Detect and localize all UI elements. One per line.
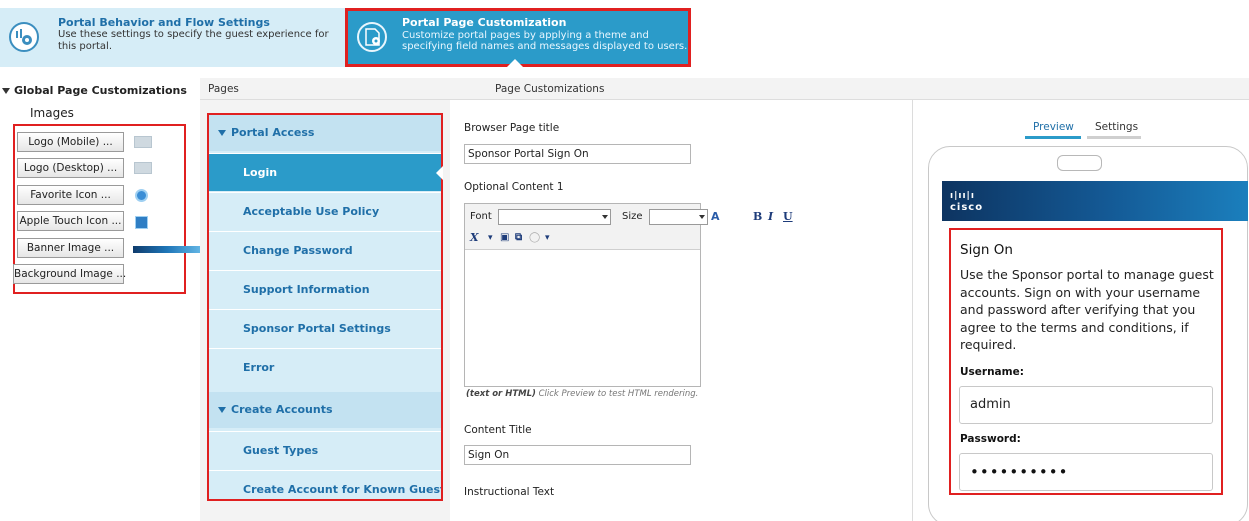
active-step-pointer xyxy=(507,59,523,67)
username-field[interactable]: admin xyxy=(959,386,1213,424)
collapse-triangle-icon xyxy=(2,88,10,94)
circle-icon[interactable]: ◯ xyxy=(529,231,540,245)
tab-preview-indicator xyxy=(1025,136,1081,139)
font-select[interactable] xyxy=(498,209,611,225)
font-label: Font xyxy=(470,211,492,222)
browser-title-label: Browser Page title xyxy=(464,122,560,134)
banner-image-thumbnail xyxy=(133,246,201,253)
signin-text: Use the Sponsor portal to manage guest a… xyxy=(960,267,1214,352)
logo-desktop-thumbnail xyxy=(134,162,152,174)
chevron-down-icon[interactable]: ▾ xyxy=(488,231,493,245)
chevron-down-icon xyxy=(699,215,705,219)
brand-name: cisco xyxy=(950,202,984,213)
nav-item-error[interactable]: Error xyxy=(209,348,441,386)
favorite-icon-button[interactable]: Favorite Icon ... xyxy=(17,185,124,205)
source-icon[interactable]: ⧉ xyxy=(515,231,522,245)
nav-item-create-account-known-guests[interactable]: Create Account for Known Guests xyxy=(209,470,441,499)
step-customization-title: Portal Page Customization xyxy=(402,16,567,29)
tab-settings-indicator xyxy=(1087,136,1141,139)
step-behavior-description: Use these settings to specify the guest … xyxy=(58,29,329,52)
banner-image-button[interactable]: Banner Image ... xyxy=(17,238,124,258)
section-create-accounts-label: Create Accounts xyxy=(231,403,333,416)
pages-nav: Portal Access Login Acceptable Use Polic… xyxy=(207,113,443,501)
nav-item-sponsor-portal-settings[interactable]: Sponsor Portal Settings xyxy=(209,309,441,347)
step-behavior-flow[interactable]: Portal Behavior and Flow Settings Use th… xyxy=(0,8,345,67)
password-label: Password: xyxy=(960,433,1021,445)
logo-mobile-thumbnail xyxy=(134,136,152,148)
size-select[interactable] xyxy=(649,209,708,225)
content-title-input[interactable]: Sign On xyxy=(464,445,691,465)
optional-content-label: Optional Content 1 xyxy=(464,181,564,193)
chevron-down-icon[interactable]: ▾ xyxy=(545,231,550,245)
favorite-icon-thumbnail xyxy=(135,189,148,202)
underline-button[interactable]: U xyxy=(783,210,793,224)
apple-touch-icon-thumbnail xyxy=(135,216,148,229)
image-icon[interactable]: ▣ xyxy=(500,231,509,245)
editor-hint-text: Click Preview to test HTML rendering. xyxy=(538,389,699,399)
editor-toolbar: Font Size A B I U X ▾ ▣ ⧉ ◯ ▾ xyxy=(465,204,793,250)
browser-title-input[interactable]: Sponsor Portal Sign On xyxy=(464,144,691,164)
nav-item-acceptable-use-policy[interactable]: Acceptable Use Policy xyxy=(209,192,441,230)
content-title-label: Content Title xyxy=(464,424,532,436)
font-color-icon[interactable]: A xyxy=(711,210,720,224)
logo-mobile-button[interactable]: Logo (Mobile) ... xyxy=(17,132,124,152)
active-item-pointer xyxy=(436,166,443,180)
background-image-button[interactable]: Background Image ... xyxy=(13,264,126,284)
signin-title: Sign On xyxy=(960,242,1013,258)
password-field[interactable]: •••••••••• xyxy=(959,453,1213,491)
global-customizations-title: Global Page Customizations xyxy=(14,84,187,97)
step-behavior-title: Portal Behavior and Flow Settings xyxy=(58,16,270,29)
section-create-accounts[interactable]: Create Accounts xyxy=(209,392,441,428)
nav-item-login[interactable]: Login xyxy=(209,153,441,191)
pages-header: Pages xyxy=(208,83,239,95)
collapse-triangle-icon xyxy=(218,407,226,413)
editor-hint-prefix: (text or HTML) xyxy=(466,389,536,399)
global-customizations-toggle[interactable]: Global Page Customizations xyxy=(2,84,187,97)
portal-customization-page: Portal Behavior and Flow Settings Use th… xyxy=(0,0,1249,521)
italic-button[interactable]: I xyxy=(768,210,773,224)
size-label: Size xyxy=(622,211,643,222)
images-label: Images xyxy=(30,106,74,120)
phone-speaker xyxy=(1057,155,1102,171)
logo-desktop-button[interactable]: Logo (Desktop) ... xyxy=(17,158,124,178)
nav-item-guest-types[interactable]: Guest Types xyxy=(209,431,441,469)
collapse-triangle-icon xyxy=(218,130,226,136)
nav-item-change-password[interactable]: Change Password xyxy=(209,231,441,269)
section-portal-access[interactable]: Portal Access xyxy=(209,115,441,151)
cisco-logo-icon: ı|ıı|ı xyxy=(950,191,975,201)
step-customization-description: Customize portal pages by applying a the… xyxy=(402,30,688,52)
tab-preview[interactable]: Preview xyxy=(1033,121,1074,133)
section-portal-access-label: Portal Access xyxy=(231,126,315,139)
instructional-text-label: Instructional Text xyxy=(464,486,555,498)
tab-settings[interactable]: Settings xyxy=(1095,121,1138,133)
page-customizations-header: Page Customizations xyxy=(495,83,605,95)
chevron-down-icon xyxy=(602,215,608,219)
editor-hint: (text or HTML) Click Preview to test HTM… xyxy=(466,389,698,399)
page-settings-icon xyxy=(357,22,387,52)
bold-button[interactable]: B xyxy=(753,210,762,224)
optional-content-editor[interactable]: Font Size A B I U X ▾ ▣ ⧉ ◯ ▾ xyxy=(464,203,793,387)
flow-settings-icon xyxy=(9,22,39,52)
apple-touch-icon-button[interactable]: Apple Touch Icon ... xyxy=(17,211,124,231)
clear-format-icon[interactable]: X xyxy=(470,231,479,245)
preview-banner: ı|ıı|ı cisco xyxy=(942,181,1248,221)
nav-item-support-information[interactable]: Support Information xyxy=(209,270,441,308)
content-header: Pages Page Customizations xyxy=(200,78,1249,100)
username-label: Username: xyxy=(960,366,1024,378)
